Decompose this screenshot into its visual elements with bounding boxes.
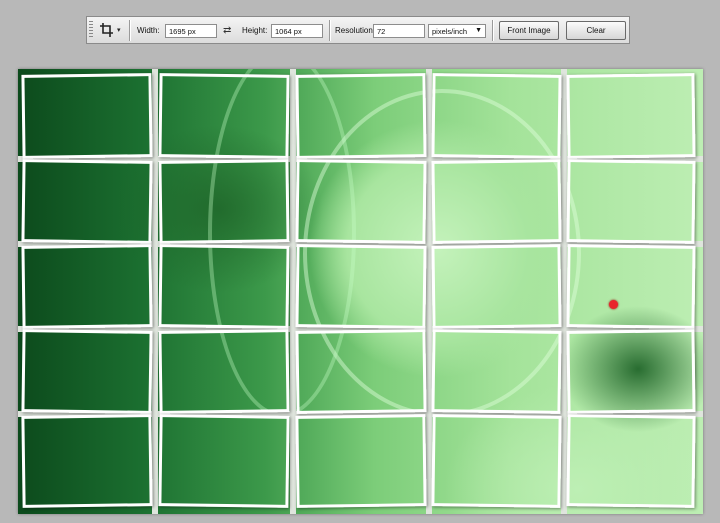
photo-tile: [158, 329, 290, 414]
photo-tile: [158, 159, 290, 244]
resolution-unit-select[interactable]: pixels/inch ▼: [428, 24, 486, 38]
photo-tile: [158, 73, 290, 159]
photo-tile: [566, 414, 696, 508]
photo-tile: [566, 244, 696, 329]
photo-tile: [566, 329, 696, 414]
photo-tile: [295, 244, 427, 329]
photo-tile: [295, 159, 427, 244]
separator: [129, 20, 131, 41]
photo-tile: [158, 244, 290, 329]
tool-preset-picker[interactable]: ▾: [96, 20, 124, 40]
resolution-field[interactable]: 72: [373, 24, 425, 38]
photo-tile: [21, 329, 153, 414]
photo-tile: [21, 244, 153, 329]
photo-tile: [431, 244, 562, 329]
photo-tile: [431, 414, 562, 508]
separator: [329, 20, 331, 41]
options-bar: ▾ Width: 1695 px ⇄ Height: 1064 px Resol…: [86, 16, 630, 44]
photo-tile: [566, 73, 696, 159]
crop-icon: [100, 23, 113, 37]
width-field[interactable]: 1695 px: [165, 24, 217, 38]
resolution-label: Resolution:: [335, 26, 376, 35]
chevron-down-icon: ▼: [475, 27, 482, 34]
photo-tile: [21, 159, 153, 244]
photo-tile: [566, 159, 696, 244]
photo-tile: [431, 329, 562, 414]
front-image-button[interactable]: Front Image: [499, 21, 559, 40]
height-field[interactable]: 1064 px: [271, 24, 323, 38]
resolution-unit-value: pixels/inch: [432, 27, 468, 36]
photo-tile: [295, 329, 427, 414]
toolbar-grip[interactable]: [89, 21, 93, 39]
chevron-down-icon: ▾: [117, 27, 121, 34]
photo-tile: [21, 414, 153, 508]
width-label: Width:: [137, 26, 160, 35]
swap-arrows-icon[interactable]: ⇄: [223, 25, 231, 36]
tile-gutter: [152, 69, 158, 514]
photo-tile: [295, 414, 427, 508]
height-label: Height:: [242, 26, 268, 35]
document-canvas[interactable]: [18, 69, 703, 514]
photo-tile: [21, 73, 153, 159]
photo-tile: [431, 73, 562, 159]
photo-tile: [431, 159, 562, 244]
photo-tile: [158, 414, 290, 508]
separator: [492, 20, 494, 41]
clear-button[interactable]: Clear: [566, 21, 626, 40]
photo-tile: [295, 73, 427, 159]
